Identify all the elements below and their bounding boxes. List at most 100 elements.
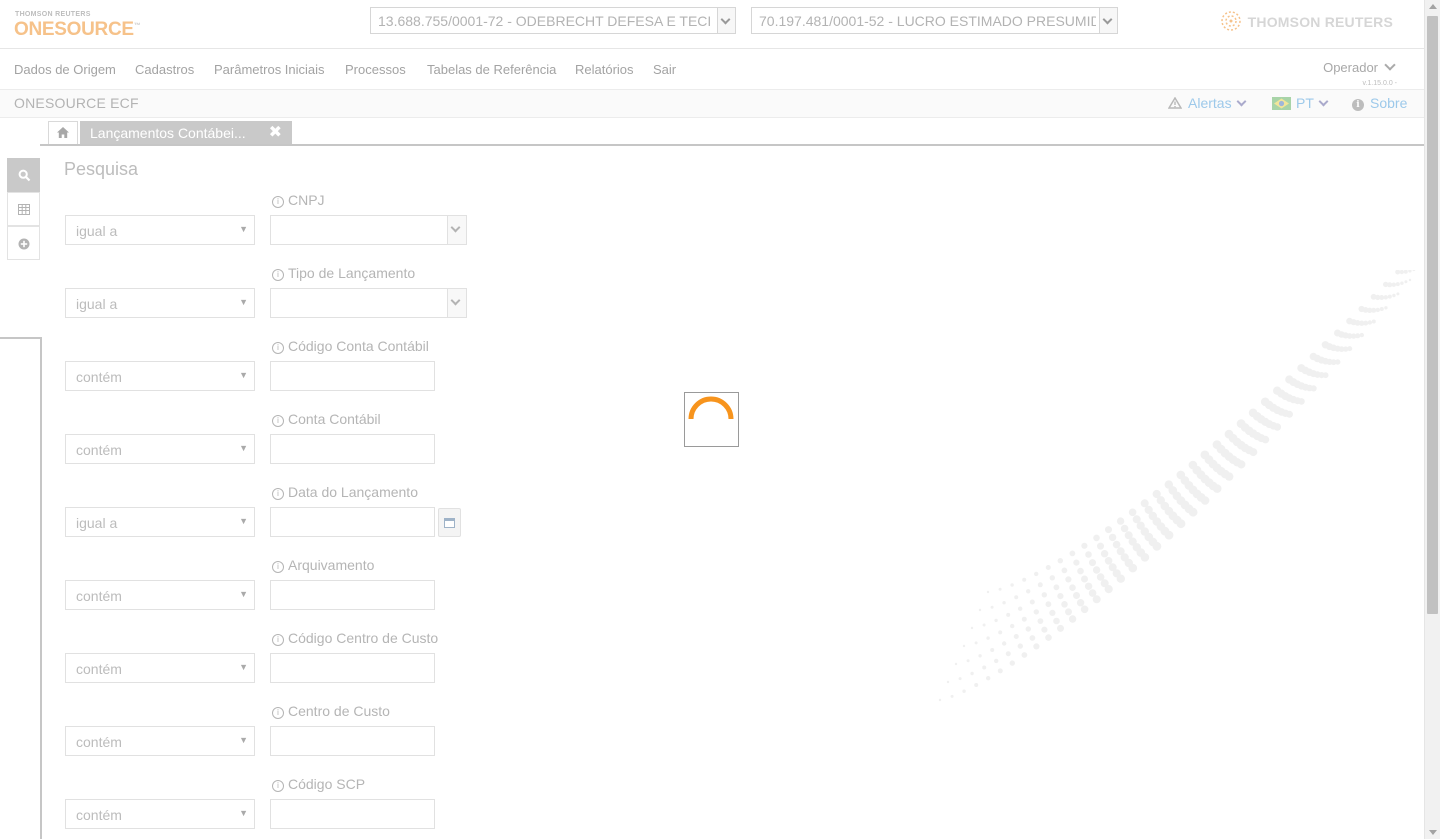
chevron-down-icon[interactable] [447,216,466,244]
plus-circle-icon [18,238,30,250]
tr-logo-mark-icon [1220,11,1241,32]
operator-select[interactable]: contém ▼ [65,434,255,464]
app-title: ONESOURCE ECF [14,95,139,111]
search-section-title: Pesquisa [64,159,139,179]
field-label: i CNPJ [272,192,325,208]
home-tab[interactable] [48,121,78,144]
field-label: i Código Centro de Custo [272,630,438,646]
operator-select[interactable]: contém ▼ [65,726,255,756]
chevron-down-icon[interactable] [447,289,466,317]
field-label: i Data do Lançamento [272,484,418,500]
value-input[interactable] [270,507,435,537]
menu-item-processos[interactable]: Processos [345,62,406,77]
info-icon[interactable]: i [272,561,284,573]
dropdown-arrow-icon: ▼ [239,808,248,818]
operator-select-value: contém [76,588,122,604]
value-input[interactable] [270,726,435,756]
menu-item-relatorios[interactable]: Relatórios [575,62,634,77]
chevron-down-icon[interactable] [1099,8,1117,33]
calendar-button[interactable] [438,508,461,537]
dropdown-arrow-icon: ▼ [239,443,248,453]
close-icon[interactable]: ✖ [269,122,282,142]
scroll-thumb[interactable] [1427,16,1438,614]
language-menu[interactable]: PT [1272,95,1329,111]
info-icon[interactable]: i [272,488,284,500]
add-tool-button[interactable] [7,226,40,260]
language-label: PT [1296,95,1314,111]
info-icon[interactable]: i [272,415,284,427]
field-label-text: Arquivamento [288,557,375,573]
field-label-text: Código Conta Contábil [288,338,429,354]
field-label: i Centro de Custo [272,703,390,719]
operator-select-value: igual a [76,515,118,531]
scroll-down-arrow-icon[interactable] [1429,830,1437,835]
field-label: i Arquivamento [272,557,374,573]
dropdown-arrow-icon: ▼ [239,662,248,672]
info-icon: i [1352,99,1364,111]
search-icon [18,169,31,182]
spinner-icon [688,396,734,420]
menu-item-cadastros[interactable]: Cadastros [135,62,194,77]
operator-select[interactable]: contém ▼ [65,799,255,829]
menu-item-tabelas-de-referencia[interactable]: Tabelas de Referência [427,62,556,77]
scroll-up-arrow-icon[interactable] [1429,4,1437,9]
operator-select[interactable]: igual a ▼ [65,215,255,245]
top-header: THOMSON REUTERS ONESOURCE™ 13.688.755/00… [0,0,1424,49]
value-input[interactable] [270,580,435,610]
info-icon[interactable]: i [272,780,284,792]
chevron-down-icon [1236,96,1247,107]
info-icon[interactable]: i [272,707,284,719]
loading-spinner [684,392,739,447]
info-icon[interactable]: i [272,269,284,281]
page-scrollbar[interactable] [1424,0,1440,839]
menu-item-parametros-iniciais[interactable]: Parâmetros Iniciais [214,62,325,77]
dropdown-arrow-icon: ▼ [239,370,248,380]
about-link[interactable]: i Sobre [1352,95,1407,111]
info-icon[interactable]: i [272,196,284,208]
field-label-text: Data do Lançamento [288,484,418,500]
table-tool-button[interactable] [7,192,40,226]
dropdown-arrow-icon: ▼ [239,516,248,526]
menu-item-dados-de-origem[interactable]: Dados de Origem [14,62,116,77]
menu-item-sair[interactable]: Sair [653,62,676,77]
operator-menu[interactable]: Operador [1323,59,1396,75]
value-select[interactable] [270,215,467,245]
tr-logo-text: THOMSON REUTERS [1247,14,1393,30]
operator-select[interactable]: contém ▼ [65,361,255,391]
info-icon[interactable]: i [272,634,284,646]
tab-lancamentos-contabeis[interactable]: Lançamentos Contábei... ✖ [80,121,292,144]
field-label-text: Centro de Custo [288,703,390,719]
operator-select[interactable]: igual a ▼ [65,288,255,318]
field-label: i Código Conta Contábil [272,338,429,354]
value-input[interactable] [270,434,435,464]
value-input[interactable] [270,799,435,829]
dropdown-arrow-icon: ▼ [239,735,248,745]
operator-select[interactable]: igual a ▼ [65,507,255,537]
onesource-logo[interactable]: ONESOURCE™ [14,19,141,41]
operator-select-value: igual a [76,296,118,312]
alerts-menu[interactable]: Alertas [1167,95,1247,111]
main-menu: Dados de Origem Cadastros Parâmetros Ini… [0,49,1424,90]
value-input[interactable] [270,653,435,683]
field-label-text: Código SCP [288,776,366,792]
search-tool-button[interactable] [7,158,40,192]
table-icon [18,204,30,215]
thomson-reuters-logo: THOMSON REUTERS [1220,11,1393,32]
operator-select-value: igual a [76,223,118,239]
about-label: Sobre [1370,95,1408,111]
chevron-down-icon[interactable] [717,8,735,33]
value-input[interactable] [270,361,435,391]
company-select-2-value: 70.197.481/0001-52 - LUCRO ESTIMADO PRES… [759,13,1096,29]
operator-select[interactable]: contém ▼ [65,653,255,683]
value-select[interactable] [270,288,467,318]
warning-icon [1167,96,1183,109]
brazil-flag-icon [1272,97,1291,110]
operator-select-value: contém [76,442,122,458]
operator-select-value: contém [76,369,122,385]
company-select-2[interactable]: 70.197.481/0001-52 - LUCRO ESTIMADO PRES… [751,7,1118,34]
field-label: i Código SCP [272,776,365,792]
company-select-1[interactable]: 13.688.755/0001-72 - ODEBRECHT DEFESA E … [370,7,736,34]
operator-select[interactable]: contém ▼ [65,580,255,610]
info-icon[interactable]: i [272,342,284,354]
chevron-down-icon [1384,59,1396,71]
